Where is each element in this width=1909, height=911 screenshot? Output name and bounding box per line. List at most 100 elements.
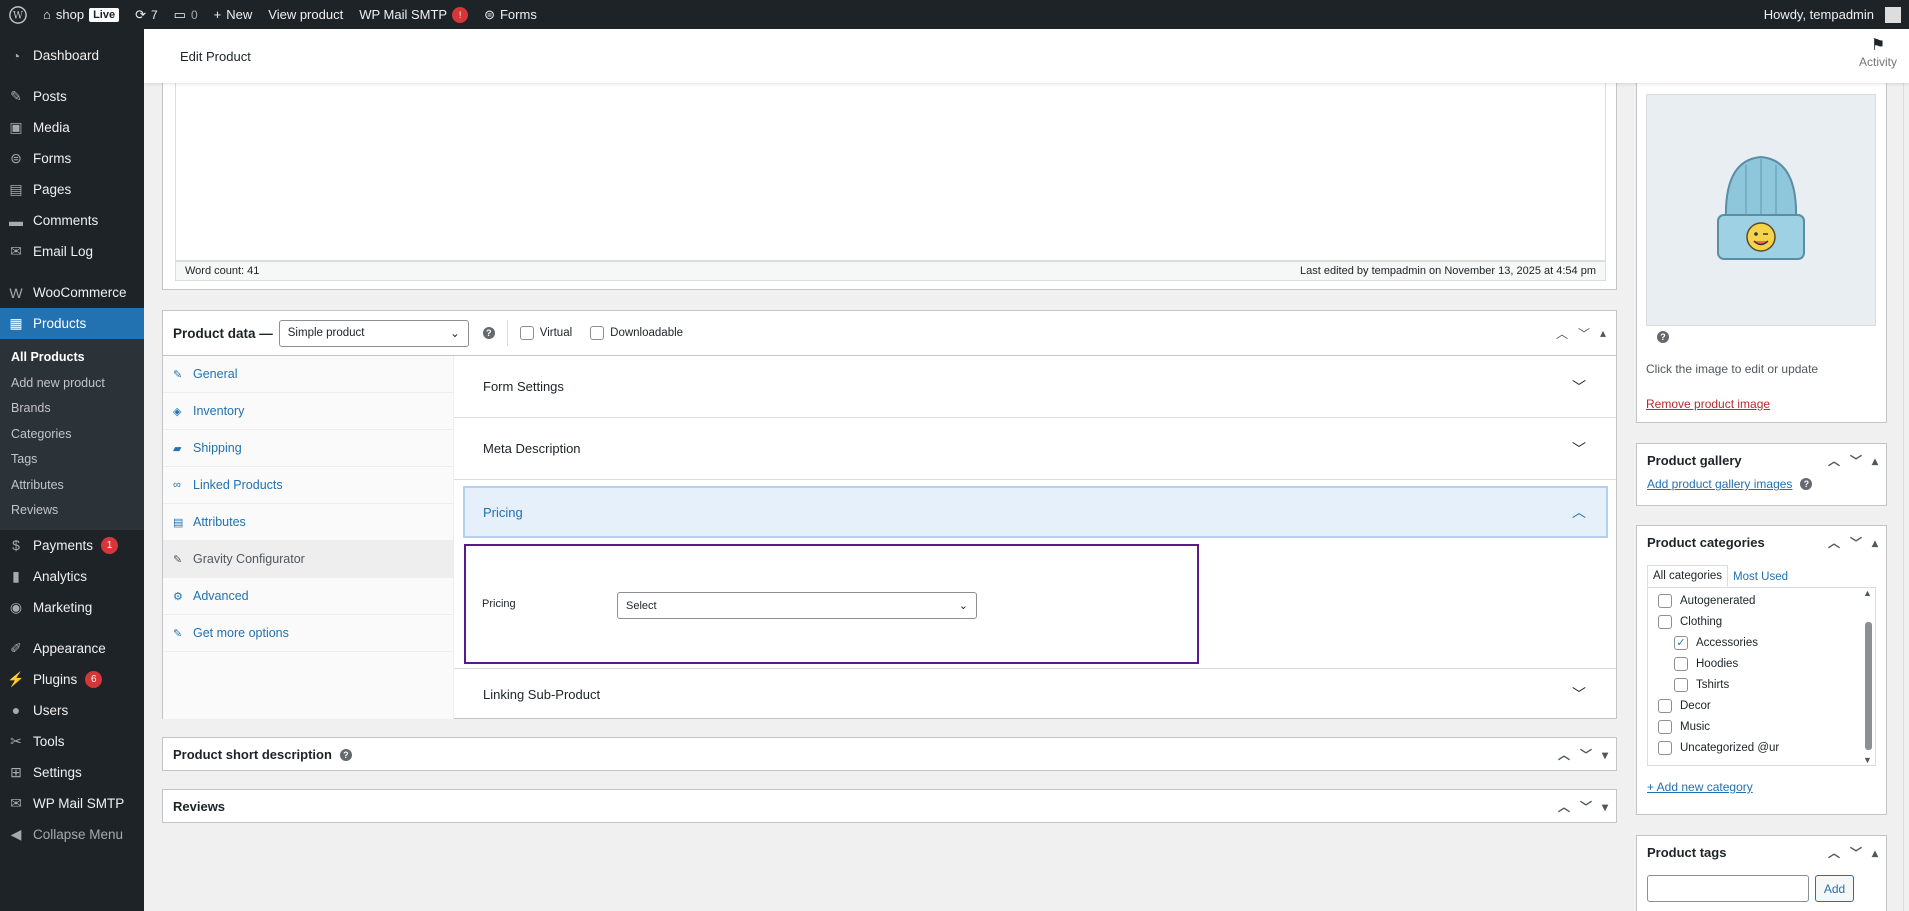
chevron-down-icon[interactable]: ﹀ [1850, 452, 1862, 469]
tag-input[interactable] [1647, 875, 1809, 902]
product-image[interactable] [1646, 94, 1876, 326]
category-item[interactable]: Music [1648, 716, 1875, 737]
toggle-panel-icon[interactable]: ▴ [1600, 326, 1606, 340]
category-checkbox[interactable] [1674, 677, 1688, 692]
add-new-category-link[interactable]: + Add new category [1637, 766, 1886, 794]
virtual-checkbox[interactable] [519, 326, 534, 340]
scroll-down-icon[interactable]: ▼ [1863, 755, 1872, 765]
menu-collapse[interactable]: ◀ Collapse Menu [0, 819, 144, 850]
tab-all-categories[interactable]: All categories [1647, 565, 1729, 587]
chevron-down-icon[interactable]: ﹀ [1578, 325, 1590, 342]
chevron-up-icon[interactable]: ︿ [1828, 452, 1840, 469]
menu-plugins[interactable]: ⚡ Plugins 6 [0, 664, 144, 695]
product-categories-header[interactable]: Product categories ︿ ﹀ ▴ [1637, 526, 1886, 559]
category-scrollbar[interactable]: ▲ ▼ [1863, 588, 1873, 765]
toggle-panel-icon[interactable]: ▴ [1872, 536, 1878, 550]
page-scrollbar[interactable] [1903, 29, 1909, 911]
category-item[interactable]: Decor [1648, 695, 1875, 716]
category-checkbox[interactable] [1674, 656, 1688, 671]
menu-marketing[interactable]: ◉ Marketing [0, 592, 144, 623]
site-name-link[interactable]: ⌂ shop Live [35, 0, 127, 29]
menu-payments[interactable]: $ Payments 1 [0, 530, 144, 561]
product-gallery-header[interactable]: Product gallery ︿ ﹀ ▴ [1637, 444, 1886, 477]
toggle-panel-icon[interactable]: ▴ [1872, 454, 1878, 468]
submenu-tags[interactable]: Tags [0, 447, 144, 473]
category-checkbox[interactable]: ✓ [1674, 635, 1688, 650]
my-account-link[interactable]: Howdy, tempadmin [1756, 0, 1909, 29]
remove-product-image-link[interactable]: Remove product image [1646, 397, 1770, 411]
tab-inventory[interactable]: ◈ Inventory [163, 393, 453, 430]
menu-pages[interactable]: ▤ Pages [0, 174, 144, 205]
menu-wp-mail-smtp[interactable]: ✉ WP Mail SMTP [0, 788, 144, 819]
category-item[interactable]: Uncategorized @ur [1648, 737, 1875, 758]
menu-woocommerce[interactable]: W WooCommerce [0, 277, 144, 308]
wordpress-logo-icon[interactable]: W [0, 0, 35, 29]
menu-comments[interactable]: ▬ Comments [0, 205, 144, 236]
accordion-form-settings[interactable]: Form Settings ﹀ [454, 356, 1616, 418]
category-checkbox[interactable] [1658, 593, 1672, 608]
menu-tools[interactable]: ✂ Tools [0, 726, 144, 757]
tab-general[interactable]: ✎ General [163, 356, 453, 393]
chevron-up-icon[interactable]: ︿ [1828, 844, 1840, 861]
tab-most-used[interactable]: Most Used [1728, 567, 1793, 587]
category-item[interactable]: Tshirts [1648, 674, 1875, 695]
chevron-down-icon[interactable]: ﹀ [1850, 844, 1862, 861]
product-type-select[interactable]: Simple product ⌄ [278, 319, 469, 347]
scroll-up-icon[interactable]: ▲ [1863, 588, 1872, 598]
tab-advanced[interactable]: ⚙ Advanced [163, 578, 453, 615]
downloadable-checkbox[interactable] [590, 326, 605, 340]
category-item[interactable]: Autogenerated [1648, 590, 1875, 611]
view-product-link[interactable]: View product [260, 0, 351, 29]
menu-settings[interactable]: ⊞ Settings [0, 757, 144, 788]
category-item[interactable]: Hoodies [1648, 653, 1875, 674]
toggle-panel-icon[interactable]: ▾ [1602, 800, 1608, 814]
category-item[interactable]: Clothing [1648, 611, 1875, 632]
toggle-panel-icon[interactable]: ▾ [1602, 748, 1608, 762]
chevron-up-icon[interactable]: ︿ [1556, 325, 1568, 342]
accordion-pricing[interactable]: Pricing ︿ [463, 486, 1608, 538]
category-checkbox[interactable] [1658, 614, 1672, 629]
menu-media[interactable]: ▣ Media [0, 112, 144, 143]
tab-shipping[interactable]: ▰ Shipping [163, 430, 453, 467]
submenu-all-products[interactable]: All Products [0, 345, 144, 371]
submenu-reviews[interactable]: Reviews [0, 498, 144, 524]
tab-get-more-options[interactable]: ✎ Get more options [163, 615, 453, 652]
chevron-down-icon[interactable]: ﹀ [1580, 746, 1592, 763]
comments-link[interactable]: ▭ 0 [166, 0, 206, 29]
category-checkbox[interactable] [1658, 719, 1672, 734]
menu-posts[interactable]: ✎ Posts [0, 81, 144, 112]
menu-email-log[interactable]: ✉ Email Log [0, 236, 144, 267]
chevron-down-icon[interactable]: ﹀ [1580, 798, 1592, 815]
new-content-link[interactable]: + New [206, 0, 261, 29]
chevron-up-icon[interactable]: ︿ [1558, 746, 1570, 763]
menu-products[interactable]: ▦ Products [0, 308, 144, 339]
accordion-linking-sub-product[interactable]: Linking Sub-Product ﹀ [454, 668, 1616, 719]
menu-users[interactable]: ● Users [0, 695, 144, 726]
menu-analytics[interactable]: ▮ Analytics [0, 561, 144, 592]
menu-appearance[interactable]: ✐ Appearance [0, 633, 144, 664]
updates-link[interactable]: ⟳ 7 [127, 0, 166, 29]
category-checkbox[interactable] [1658, 740, 1672, 755]
toggle-panel-icon[interactable]: ▴ [1872, 846, 1878, 860]
menu-dashboard[interactable]: ◔ Dashboard [0, 40, 144, 71]
accordion-meta-description[interactable]: Meta Description ﹀ [454, 418, 1616, 480]
submenu-brands[interactable]: Brands [0, 396, 144, 422]
chevron-up-icon[interactable]: ︿ [1828, 534, 1840, 551]
chevron-up-icon[interactable]: ︿ [1558, 798, 1570, 815]
submenu-attributes[interactable]: Attributes [0, 473, 144, 499]
submenu-categories[interactable]: Categories [0, 422, 144, 448]
scrollbar-thumb[interactable] [1865, 622, 1872, 750]
category-checkbox[interactable] [1658, 698, 1672, 713]
activity-button[interactable]: ⚑ Activity [1859, 35, 1897, 69]
submenu-add-new-product[interactable]: Add new product [0, 371, 144, 397]
wp-mail-smtp-link[interactable]: WP Mail SMTP ! [351, 0, 476, 29]
tab-linked-products[interactable]: ∞ Linked Products [163, 467, 453, 504]
short-description-header[interactable]: Product short description ? ︿ ﹀ ▾ [163, 738, 1616, 771]
menu-forms[interactable]: ⊜ Forms [0, 143, 144, 174]
editor-text-area[interactable] [175, 83, 1606, 261]
add-tag-button[interactable]: Add [1815, 875, 1854, 902]
forms-link[interactable]: ⊜ Forms [476, 0, 545, 29]
add-gallery-images-link[interactable]: Add product gallery images [1647, 477, 1792, 491]
product-tags-header[interactable]: Product tags ︿ ﹀ ▴ [1637, 836, 1886, 869]
tab-gravity-configurator[interactable]: ✎ Gravity Configurator [163, 541, 453, 578]
